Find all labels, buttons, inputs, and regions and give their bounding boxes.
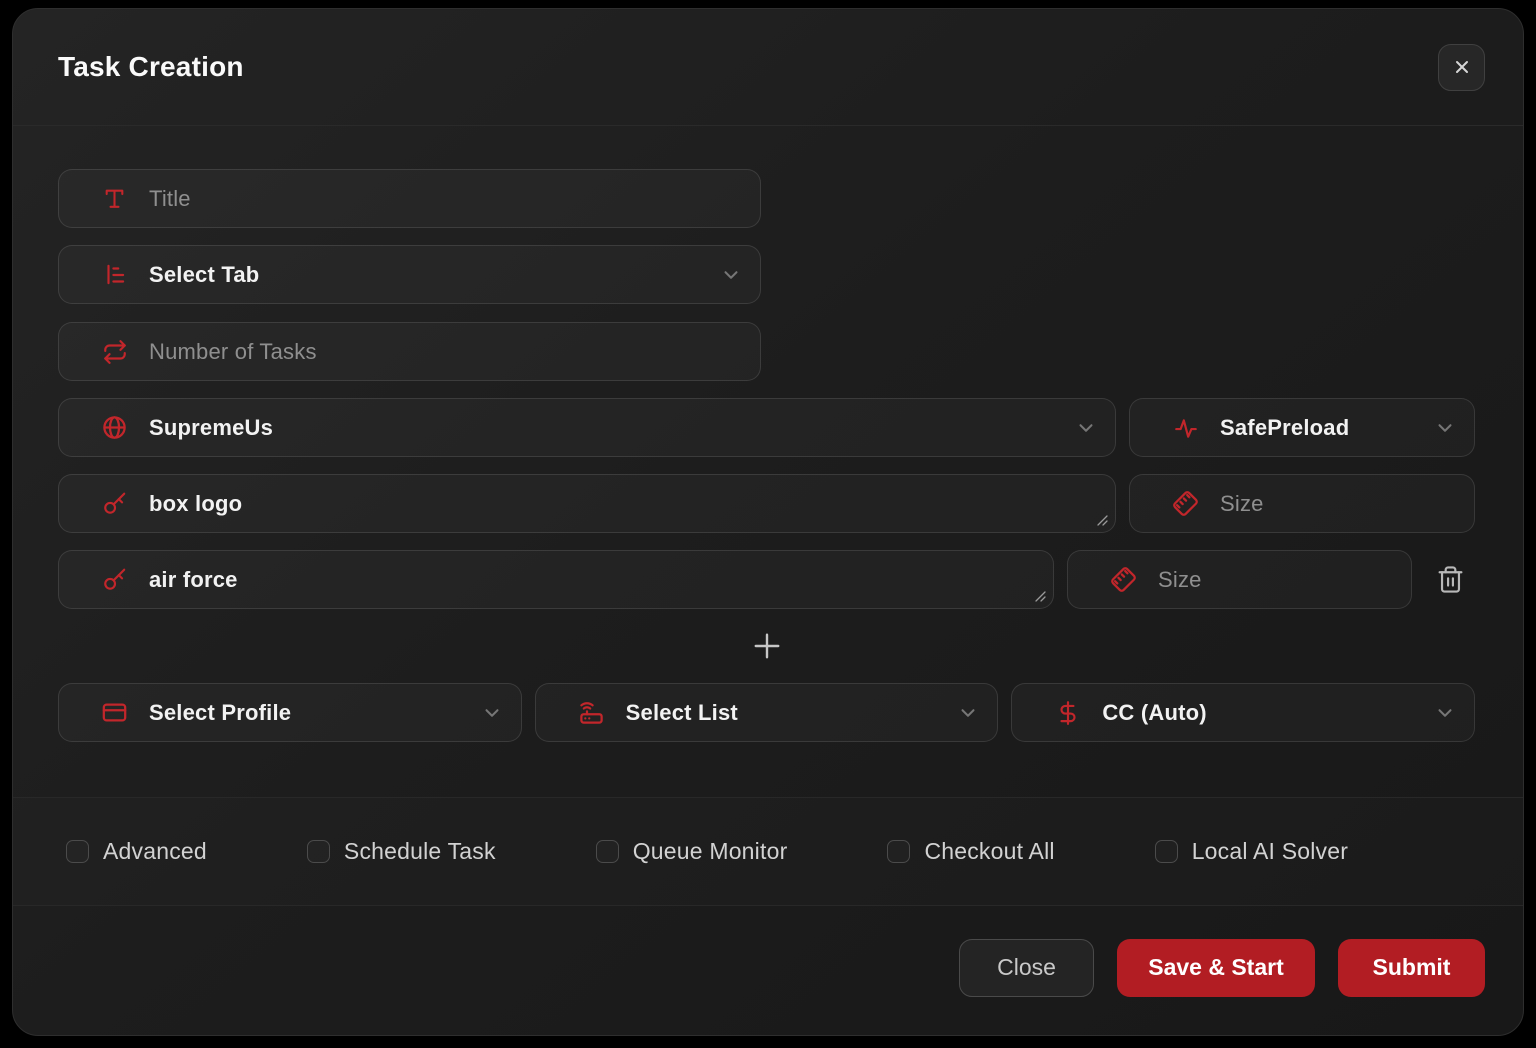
title-input[interactable] bbox=[149, 186, 742, 212]
checkbox-icon bbox=[596, 840, 619, 863]
checkbox-label: Checkout All bbox=[924, 838, 1054, 865]
key-icon bbox=[101, 566, 128, 593]
chevron-down-icon bbox=[1434, 702, 1456, 724]
size-field-1[interactable] bbox=[1129, 474, 1475, 533]
resize-handle-icon bbox=[1096, 514, 1108, 526]
repeat-icon bbox=[101, 338, 128, 365]
checkbox-local-ai-solver[interactable]: Local AI Solver bbox=[1155, 838, 1348, 865]
proxy-list-select[interactable]: Select List bbox=[535, 683, 999, 742]
close-footer-button[interactable]: Close bbox=[959, 939, 1094, 997]
ruler-icon bbox=[1172, 490, 1199, 517]
title-field[interactable] bbox=[58, 169, 761, 228]
size-input-2[interactable] bbox=[1158, 567, 1393, 593]
modal-header: Task Creation bbox=[13, 9, 1523, 126]
activity-pulse-icon bbox=[1172, 414, 1199, 441]
chevron-down-icon bbox=[1434, 417, 1456, 439]
keyword-input-2[interactable]: air force bbox=[149, 551, 1035, 608]
profile-select[interactable]: Select Profile bbox=[58, 683, 522, 742]
tab-select-value: Select Tab bbox=[149, 262, 259, 288]
chevron-down-icon bbox=[481, 702, 503, 724]
proxy-list-select-value: Select List bbox=[626, 700, 738, 726]
checkbox-checkout-all[interactable]: Checkout All bbox=[887, 838, 1054, 865]
checkbox-icon bbox=[66, 840, 89, 863]
profile-row: Select Profile Select List bbox=[58, 683, 1475, 742]
keyword-row-2: air force bbox=[58, 550, 1475, 609]
key-icon bbox=[101, 490, 128, 517]
modal-footer: Close Save & Start Submit bbox=[13, 906, 1523, 1035]
size-field-2[interactable] bbox=[1067, 550, 1412, 609]
options-band: Advanced Schedule Task Queue Monitor Che… bbox=[13, 797, 1523, 906]
cc-select-value: CC (Auto) bbox=[1102, 700, 1206, 726]
checkbox-queue-monitor[interactable]: Queue Monitor bbox=[596, 838, 788, 865]
checkbox-icon bbox=[1155, 840, 1178, 863]
number-of-tasks-input[interactable] bbox=[149, 339, 742, 365]
ruler-icon bbox=[1110, 566, 1137, 593]
keyword-field-1[interactable]: box logo bbox=[58, 474, 1116, 533]
save-and-start-button[interactable]: Save & Start bbox=[1117, 939, 1315, 997]
profile-select-value: Select Profile bbox=[149, 700, 291, 726]
router-wifi-icon bbox=[578, 699, 605, 726]
keyword-field-2[interactable]: air force bbox=[58, 550, 1054, 609]
resize-handle-icon bbox=[1034, 590, 1046, 602]
keyword-row-1: box logo bbox=[58, 474, 1475, 533]
mode-select[interactable]: SafePreload bbox=[1129, 398, 1475, 457]
checkbox-label: Queue Monitor bbox=[633, 838, 788, 865]
chevron-down-icon bbox=[720, 264, 742, 286]
tab-select[interactable]: Select Tab bbox=[58, 245, 761, 304]
list-tree-icon bbox=[101, 261, 128, 288]
submit-button[interactable]: Submit bbox=[1338, 939, 1485, 997]
site-select[interactable]: SupremeUs bbox=[58, 398, 1116, 457]
close-icon bbox=[1452, 57, 1472, 77]
delete-keyword-row-button[interactable] bbox=[1425, 550, 1475, 609]
checkbox-schedule-task[interactable]: Schedule Task bbox=[307, 838, 496, 865]
number-of-tasks-field[interactable] bbox=[58, 322, 761, 381]
checkbox-icon bbox=[307, 840, 330, 863]
cc-select[interactable]: CC (Auto) bbox=[1011, 683, 1475, 742]
checkbox-label: Advanced bbox=[103, 838, 207, 865]
chevron-down-icon bbox=[1075, 417, 1097, 439]
plus-icon bbox=[749, 628, 785, 664]
close-button[interactable] bbox=[1438, 44, 1485, 91]
add-keyword-row-button[interactable] bbox=[749, 628, 785, 664]
chevron-down-icon bbox=[957, 702, 979, 724]
dollar-icon bbox=[1054, 699, 1081, 726]
checkbox-label: Local AI Solver bbox=[1192, 838, 1348, 865]
checkbox-icon bbox=[887, 840, 910, 863]
size-input-1[interactable] bbox=[1220, 491, 1456, 517]
checkbox-advanced[interactable]: Advanced bbox=[66, 838, 207, 865]
trash-icon bbox=[1436, 564, 1465, 595]
globe-icon bbox=[101, 414, 128, 441]
task-creation-modal: Task Creation Select Tab bbox=[12, 8, 1524, 1036]
add-row-container bbox=[58, 626, 1475, 666]
form-body: Select Tab SupremeUs bbox=[13, 126, 1523, 742]
credit-card-icon bbox=[101, 699, 128, 726]
page-title: Task Creation bbox=[58, 51, 244, 83]
site-row: SupremeUs SafePreload bbox=[58, 398, 1475, 457]
mode-select-value: SafePreload bbox=[1220, 415, 1349, 441]
text-serif-icon bbox=[101, 185, 128, 212]
site-select-value: SupremeUs bbox=[149, 415, 273, 441]
page-background: Task Creation Select Tab bbox=[0, 0, 1536, 1048]
checkbox-label: Schedule Task bbox=[344, 838, 496, 865]
keyword-input-1[interactable]: box logo bbox=[149, 475, 1097, 532]
